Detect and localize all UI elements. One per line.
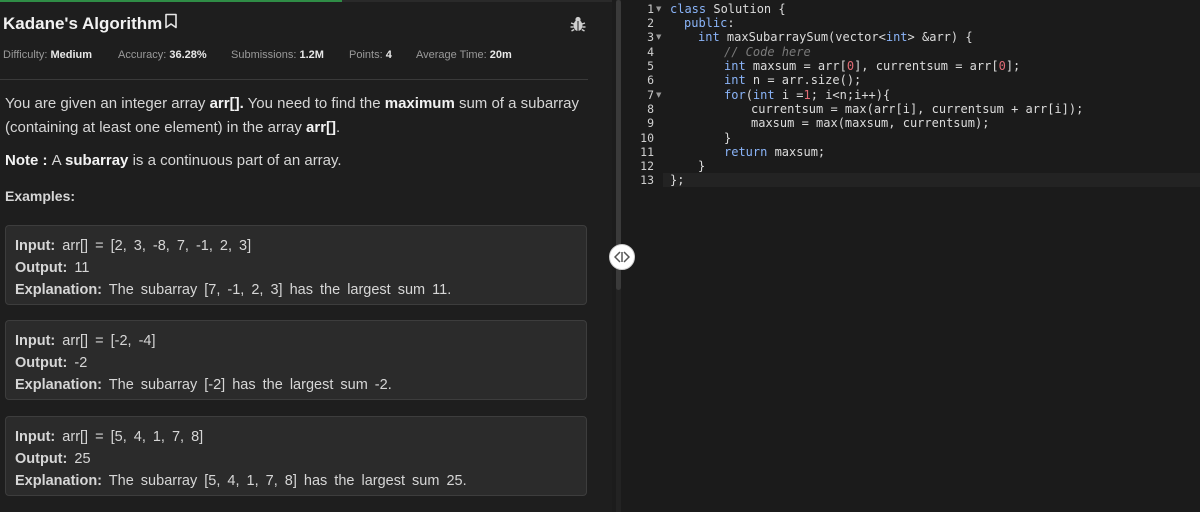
- bookmark-icon[interactable]: [164, 13, 178, 34]
- code-line[interactable]: int n = arr.size();: [724, 73, 861, 87]
- divider: [0, 79, 588, 80]
- code-line[interactable]: class Solution {: [670, 2, 786, 16]
- fold-arrow-icon[interactable]: ▼: [656, 30, 661, 44]
- examples-heading: Examples:: [5, 188, 76, 204]
- line-number: 12: [640, 159, 654, 173]
- code-line[interactable]: };: [670, 173, 684, 187]
- code-line[interactable]: return maxsum;: [724, 145, 825, 159]
- line-number: 6: [647, 73, 654, 87]
- line-number: 7: [647, 88, 654, 102]
- problem-title: Kadane's Algorithm: [3, 13, 178, 34]
- example-block-2: Input: arr[] = [-2, -4] Output: -2 Expla…: [5, 320, 587, 400]
- code-line[interactable]: int maxsum = arr[0], currentsum = arr[0]…: [724, 59, 1020, 73]
- meta-points: Points: 4: [349, 49, 392, 61]
- example-block-1: Input: arr[] = [2, 3, -8, 7, -1, 2, 3] O…: [5, 225, 587, 305]
- code-line[interactable]: }: [724, 131, 731, 145]
- line-number: 5: [647, 59, 654, 73]
- line-number: 3: [647, 30, 654, 44]
- line-number: 10: [640, 131, 654, 145]
- panel-resize-handle[interactable]: [609, 244, 635, 270]
- meta-difficulty: Difficulty: Medium: [3, 49, 93, 61]
- progress-bar-fill: [0, 0, 342, 2]
- line-number: 11: [640, 145, 654, 159]
- line-number: 9: [647, 116, 654, 130]
- line-number: 4: [647, 45, 654, 59]
- report-bug-icon[interactable]: [569, 15, 587, 37]
- active-line-highlight: [663, 173, 1200, 187]
- code-line[interactable]: int maxSubarraySum(vector<int> &arr) {: [698, 30, 973, 44]
- code-line[interactable]: for(int i =1; i<n;i++){: [724, 88, 890, 102]
- example-block-3: Input: arr[] = [5, 4, 1, 7, 8] Output: 2…: [5, 416, 587, 496]
- progress-bar: [0, 0, 612, 2]
- line-number: 13: [640, 173, 654, 187]
- code-line[interactable]: currentsum = max(arr[i], currentsum + ar…: [751, 102, 1083, 116]
- problem-description: You are given an integer array arr[]. Yo…: [5, 95, 579, 136]
- line-number: 1: [647, 2, 654, 16]
- meta-accuracy: Accuracy: 36.28%: [118, 49, 207, 61]
- code-line[interactable]: // Code here: [724, 45, 811, 59]
- line-number: 8: [647, 102, 654, 116]
- fold-arrow-icon[interactable]: ▼: [656, 88, 661, 102]
- code-line[interactable]: maxsum = max(maxsum, currentsum);: [751, 116, 989, 130]
- code-editor[interactable]: 1 2 3 4 5 6 7 8 9 10 11 12 13 ▼ ▼ ▼ clas…: [621, 0, 1200, 512]
- meta-average-time: Average Time: 20m: [416, 49, 512, 61]
- code-line[interactable]: public:: [684, 16, 735, 30]
- line-number: 2: [647, 16, 654, 30]
- meta-submissions: Submissions: 1.2M: [231, 49, 324, 61]
- fold-arrow-icon[interactable]: ▼: [656, 2, 661, 16]
- problem-note: Note : A subarray is a continuous part o…: [5, 152, 342, 169]
- problem-panel: Kadane's Algorithm Difficulty: Medium Ac…: [0, 0, 612, 512]
- problem-title-text: Kadane's Algorithm: [3, 13, 163, 33]
- code-line[interactable]: }: [698, 159, 705, 173]
- resize-arrows-icon: [614, 251, 630, 263]
